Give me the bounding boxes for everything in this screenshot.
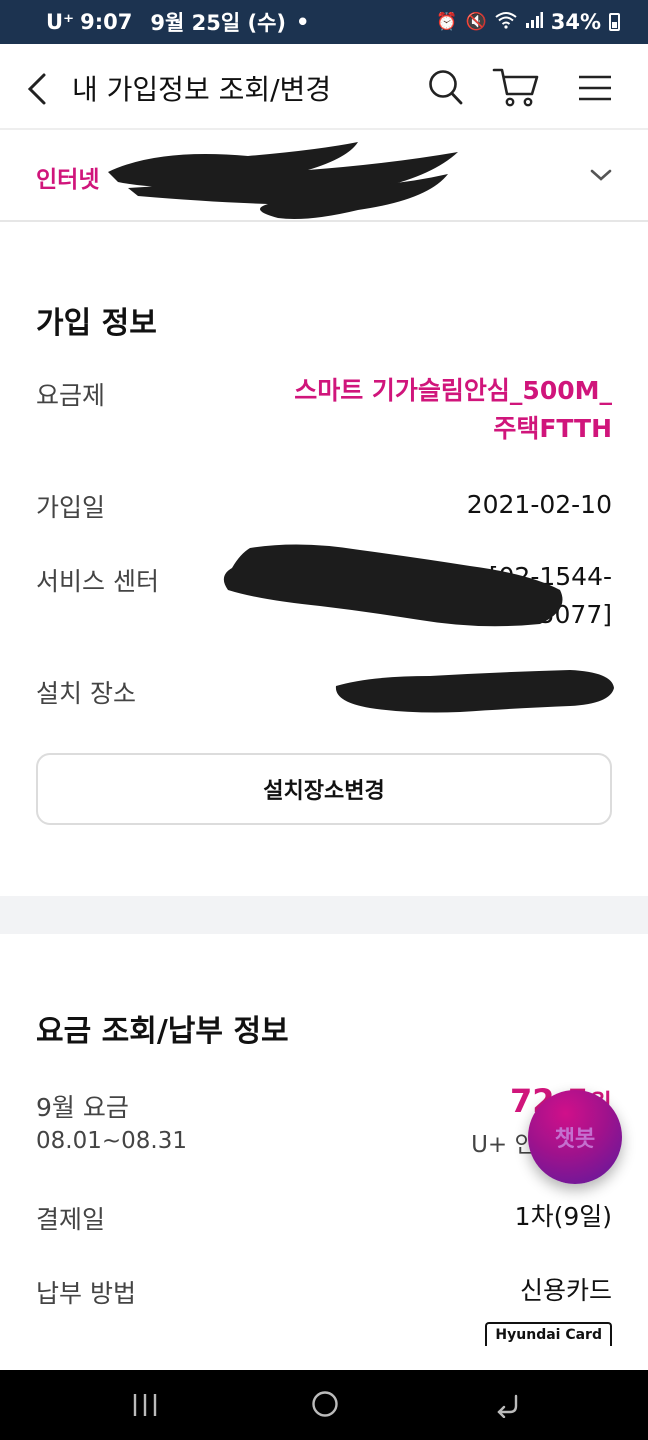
install-location-label: 설치 장소 — [36, 679, 136, 708]
join-date-label: 가입일 — [36, 493, 106, 522]
redaction-mark — [223, 544, 563, 627]
payment-day-label: 결제일 — [36, 1205, 106, 1234]
app-bar: 내 가입정보 조회/변경 — [0, 44, 648, 130]
status-time: 9:07 — [80, 10, 133, 34]
status-bar: U⁺ 9:07 9월 25일 (수) • ⏰ 🔇 34% — [0, 0, 648, 44]
back-arrow-icon[interactable] — [24, 72, 52, 106]
status-date: 9월 25일 (수) — [150, 11, 286, 35]
wifi-icon — [495, 11, 517, 33]
payment-method-label: 납부 방법 — [36, 1279, 136, 1308]
home-icon[interactable] — [311, 1390, 339, 1418]
cart-icon[interactable] — [492, 66, 540, 108]
redaction-mark — [108, 142, 458, 219]
notification-dot: • — [296, 10, 310, 34]
system-navigation-bar — [0, 1370, 648, 1440]
card-brand-badge: Hyundai Card — [485, 1322, 612, 1346]
subscription-info-section: 가입 정보 요금제 스마트 기가슬림안심_500M_ 주택FTTH 가입일 20… — [0, 222, 648, 896]
battery-percent: 34% — [550, 10, 601, 34]
recent-apps-icon[interactable] — [132, 1392, 158, 1418]
section-divider — [0, 896, 648, 934]
redaction-mark — [335, 670, 614, 713]
battery-icon — [609, 13, 620, 31]
product-type-label: 인터넷 — [36, 167, 100, 193]
page-title: 내 가입정보 조회/변경 — [72, 73, 332, 106]
search-icon[interactable] — [427, 68, 463, 106]
payment-method-value: 신용카드 — [519, 1276, 612, 1305]
section-title: 요금 조회/납부 정보 — [36, 1014, 289, 1049]
billing-month-label: 9월 요금 — [36, 1093, 129, 1122]
back-icon[interactable] — [494, 1392, 522, 1418]
mute-icon: 🔇 — [465, 11, 487, 32]
chatbot-button[interactable]: 챗봇 — [528, 1090, 622, 1184]
signal-icon — [525, 12, 543, 32]
chevron-down-icon[interactable] — [588, 166, 614, 184]
payment-day-value: 1차(9일) — [514, 1202, 612, 1231]
section-title: 가입 정보 — [36, 306, 157, 341]
change-install-location-button[interactable]: 설치장소변경 — [36, 753, 612, 825]
billing-period: 08.01~08.31 — [36, 1128, 187, 1154]
product-selector[interactable]: 인터넷 — [0, 130, 648, 222]
join-date-value: 2021-02-10 — [466, 490, 612, 519]
carrier-label: U⁺ — [46, 10, 75, 34]
hamburger-menu-icon[interactable] — [578, 75, 612, 101]
service-center-label: 서비스 센터 — [36, 567, 159, 596]
alarm-icon: ⏰ — [436, 11, 458, 32]
plan-label: 요금제 — [36, 381, 106, 410]
plan-value: 스마트 기가슬림안심_500M_ 주택FTTH — [294, 376, 612, 443]
